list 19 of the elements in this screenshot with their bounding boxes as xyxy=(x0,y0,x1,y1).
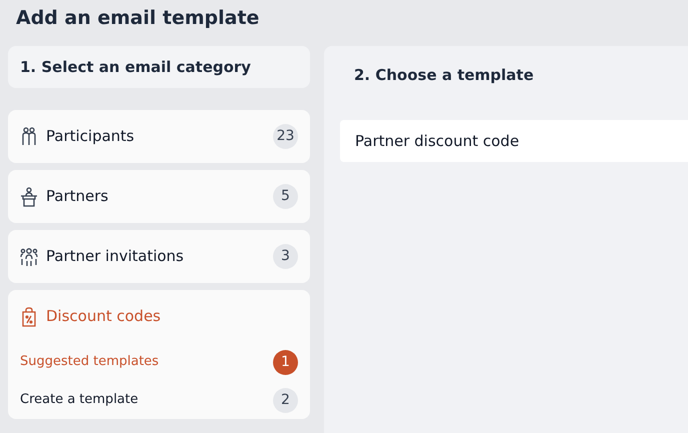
category-item[interactable]: Partners 5 xyxy=(20,170,298,223)
count-badge: 1 xyxy=(273,350,298,374)
group-icon xyxy=(20,246,38,266)
category-heading: 1. Select an email category xyxy=(20,56,251,78)
subcategory-item[interactable]: Create a template 2 xyxy=(20,381,298,419)
count-badge: 23 xyxy=(273,124,298,149)
podium-icon xyxy=(20,186,38,206)
subcategory-item[interactable]: Suggested templates 1 xyxy=(20,343,298,381)
category-item[interactable]: Partner invitations 3 xyxy=(20,230,298,283)
count-badge: 3 xyxy=(273,244,298,269)
page-title: Add an email template xyxy=(15,6,260,31)
shopping-bag-icon xyxy=(20,306,38,326)
people-icon xyxy=(20,126,38,146)
template-heading: 2. Choose a template xyxy=(353,65,535,86)
category-item[interactable]: Discount codes xyxy=(20,290,298,343)
count-badge: 5 xyxy=(273,184,298,209)
category-item[interactable]: Participants 23 xyxy=(20,110,298,163)
template-item[interactable]: Partner discount code xyxy=(340,120,688,162)
count-badge: 2 xyxy=(273,388,298,412)
